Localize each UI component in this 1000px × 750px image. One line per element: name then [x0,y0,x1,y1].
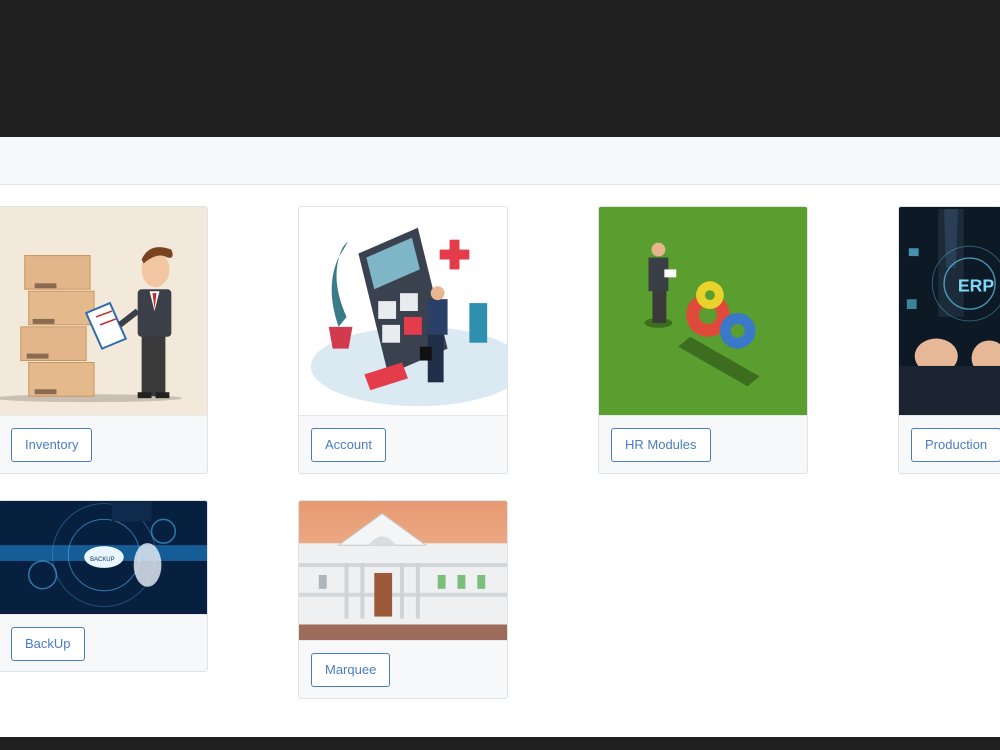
card-footer: Inventory [0,415,207,473]
inventory-button[interactable]: Inventory [11,428,93,462]
production-erp-image: ERP [899,207,1000,417]
backup-image: BACKUP [0,501,207,617]
card-footer: Production [899,415,1000,473]
module-card-marquee[interactable]: Marquee [298,500,508,699]
module-card-hr-modules[interactable]: HR Modules [598,206,808,474]
production-button[interactable]: Production [911,428,1000,462]
card-footer: Account [299,415,507,473]
marquee-image [299,501,507,643]
account-button[interactable]: Account [311,428,386,462]
card-footer: Marquee [299,640,507,698]
hr-modules-button[interactable]: HR Modules [611,428,711,462]
secondary-nav-bar [0,137,1000,185]
hr-modules-illustration [599,207,807,417]
marquee-button[interactable]: Marquee [311,653,391,687]
card-footer: HR Modules [599,415,807,473]
account-illustration [299,207,507,417]
backup-button[interactable]: BackUp [11,627,85,661]
module-card-production[interactable]: ERP Production [898,206,1000,474]
bottom-footer-bar [0,737,1000,750]
erp-image-text: ERP [958,275,995,295]
module-card-backup[interactable]: BACKUP BackUp [0,500,208,672]
module-card-inventory[interactable]: Inventory [0,206,208,474]
inventory-illustration [0,207,207,417]
module-card-account[interactable]: Account [298,206,508,474]
card-footer: BackUp [0,614,207,671]
backup-image-text: BACKUP [90,557,114,563]
top-header-bar [0,0,1000,137]
